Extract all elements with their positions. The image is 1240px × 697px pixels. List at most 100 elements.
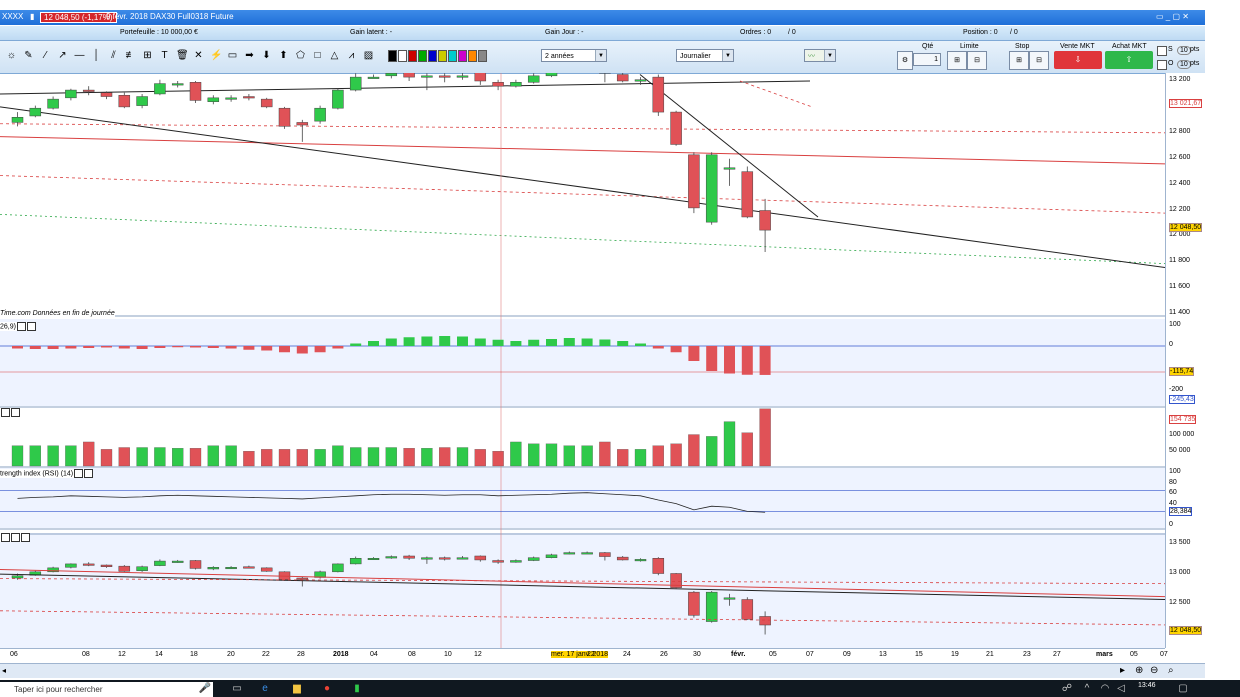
s-pts-value[interactable]: 10 [1177, 46, 1191, 55]
close-icon[interactable] [26, 322, 36, 331]
color-swatch[interactable] [478, 50, 487, 62]
chart-area[interactable]: Time.com Données en fin de journée 26,9)… [0, 61, 1205, 648]
maximize-icon[interactable] [1, 533, 10, 542]
line-icon[interactable]: ⁄ [40, 50, 51, 61]
interval-select[interactable]: Journalier ▼ [676, 49, 734, 62]
color-swatch[interactable] [428, 50, 437, 62]
search-zoom-icon[interactable]: ⌕ [1168, 665, 1174, 676]
s-checkbox[interactable] [1157, 46, 1167, 56]
text-icon[interactable]: T [159, 50, 170, 61]
color-swatch[interactable] [418, 50, 427, 62]
price-axis[interactable]: 13 200 13 000 12 800 12 600 12 400 12 200 12 0… [1165, 73, 1206, 648]
macd-bar [65, 346, 77, 349]
alert-icon[interactable]: ⚡ [210, 50, 222, 61]
highlight-icon[interactable]: ▨ [363, 50, 374, 61]
trash-icon[interactable]: 🗑 [176, 50, 189, 61]
rsi-panel-bg [0, 468, 1165, 528]
hline-icon[interactable]: — [74, 50, 85, 61]
tray-up-icon[interactable]: ^ [1080, 682, 1094, 695]
square-icon[interactable]: □ [312, 50, 323, 61]
pointer-icon[interactable]: ☼ [6, 50, 17, 61]
info-bar: Portefeuille : 10 000,00 € Gain latent :… [0, 26, 1205, 41]
macd-bar [492, 339, 504, 346]
chart-scrollbar[interactable]: ◂ ▸ ⊕ ⊖ ⌕ [0, 663, 1205, 678]
color-swatch[interactable] [408, 50, 417, 62]
edge-icon[interactable]: e [258, 682, 272, 695]
ray-icon[interactable]: ↗ [57, 50, 68, 61]
macd-bar [599, 339, 611, 346]
lower-candle [723, 597, 736, 600]
volume-bar [706, 436, 718, 467]
sell-market-button[interactable]: ⇩ [1054, 51, 1102, 69]
zoom-in-icon[interactable]: ⊕ [1135, 665, 1143, 676]
chart-type-select[interactable]: 〰 ▼ [804, 49, 836, 62]
scroll-right-icon[interactable]: ▸ [1120, 665, 1125, 676]
limit-sell-button[interactable]: ⊟ [967, 51, 987, 70]
time-axis[interactable]: 06 08 12 14 18 20 22 28 2018 04 08 10 12 mer. 17 janv… [0, 648, 1168, 663]
info-icon[interactable]: ▮ [30, 12, 34, 21]
limit-buy-button[interactable]: ⊞ [947, 51, 967, 70]
microphone-icon[interactable]: 🎤 [198, 682, 212, 695]
lower-candle [82, 563, 95, 566]
scroll-left-icon[interactable]: ◂ [2, 666, 6, 675]
volume-bar [652, 445, 664, 467]
price-candle [616, 74, 629, 82]
rectangle-icon[interactable]: ▭ [227, 50, 238, 61]
volume-icon[interactable]: ◁ [1114, 682, 1128, 695]
color-swatch[interactable] [468, 50, 477, 62]
settings-icon[interactable] [74, 469, 84, 478]
price-candle [688, 154, 700, 209]
taskbar-search-input[interactable]: Taper ici pour rechercher [0, 682, 213, 697]
price-candle [65, 89, 77, 99]
price-candle [652, 76, 665, 113]
arrow-down-icon[interactable]: ⬇ [261, 50, 272, 61]
task-view-icon[interactable]: ▭ [230, 682, 244, 695]
stop-buy-button[interactable]: ⊞ [1009, 51, 1029, 70]
settings-icon[interactable] [16, 322, 26, 331]
color-swatch[interactable] [398, 50, 407, 62]
close-icon[interactable] [84, 469, 94, 478]
wrench-icon[interactable]: ⚙ [897, 51, 913, 70]
lower-candle [11, 575, 24, 579]
buy-market-button[interactable]: ⇧ [1105, 51, 1153, 69]
stop-sell-button[interactable]: ⊟ [1029, 51, 1049, 70]
polygon-icon[interactable]: ⬠ [295, 50, 306, 61]
color-swatch[interactable] [458, 50, 467, 62]
window-controls[interactable]: ▭ _ ▢ ✕ [1156, 12, 1189, 21]
cross-icon[interactable]: ✕ [193, 50, 204, 61]
wifi-icon[interactable]: ◠ [1098, 682, 1112, 695]
zigzag-icon[interactable]: ⩘ [346, 50, 357, 61]
close-icon[interactable] [21, 533, 30, 542]
fib-icon[interactable]: ≢ [125, 50, 136, 61]
price-tick-label: 12 200 [1169, 205, 1191, 213]
channel-icon[interactable]: ⫽ [108, 50, 119, 61]
color-swatch[interactable] [448, 50, 457, 62]
color-swatch[interactable] [388, 50, 397, 62]
zoom-out-icon[interactable]: ⊖ [1150, 665, 1158, 676]
chart-svg[interactable] [0, 61, 1166, 648]
pencil-icon[interactable]: ✎ [23, 50, 34, 61]
color-swatch[interactable] [438, 50, 447, 62]
volume-bar [599, 441, 611, 467]
network-icon[interactable]: ☍ [1060, 682, 1074, 695]
gann-icon[interactable]: ⊞ [142, 50, 153, 61]
close-icon[interactable] [11, 408, 20, 417]
folder-icon[interactable]: ▆ [290, 682, 304, 695]
arrow-right-icon[interactable]: ➡ [244, 50, 255, 61]
arrow-up-icon[interactable]: ⬆ [278, 50, 289, 61]
notification-icon[interactable]: ▢ [1176, 682, 1190, 695]
stop-label: Stop [1015, 43, 1030, 50]
o-checkbox[interactable] [1157, 60, 1167, 70]
chrome-icon[interactable]: ● [320, 682, 334, 695]
add-icon[interactable] [11, 533, 20, 542]
o-pts-value[interactable]: 10 [1177, 60, 1191, 69]
macd-bar [510, 341, 522, 346]
maximize-icon[interactable] [1, 408, 10, 417]
lower-current-label: 12 048,50 [1169, 626, 1203, 635]
qty-input[interactable] [913, 53, 941, 66]
trading-app-icon[interactable]: ▮ [350, 682, 364, 695]
triangle-icon[interactable]: △ [329, 50, 340, 61]
period-select[interactable]: 2 années ▼ [541, 49, 607, 62]
vline-icon[interactable]: │ [91, 50, 102, 61]
volume-bar [581, 445, 593, 467]
